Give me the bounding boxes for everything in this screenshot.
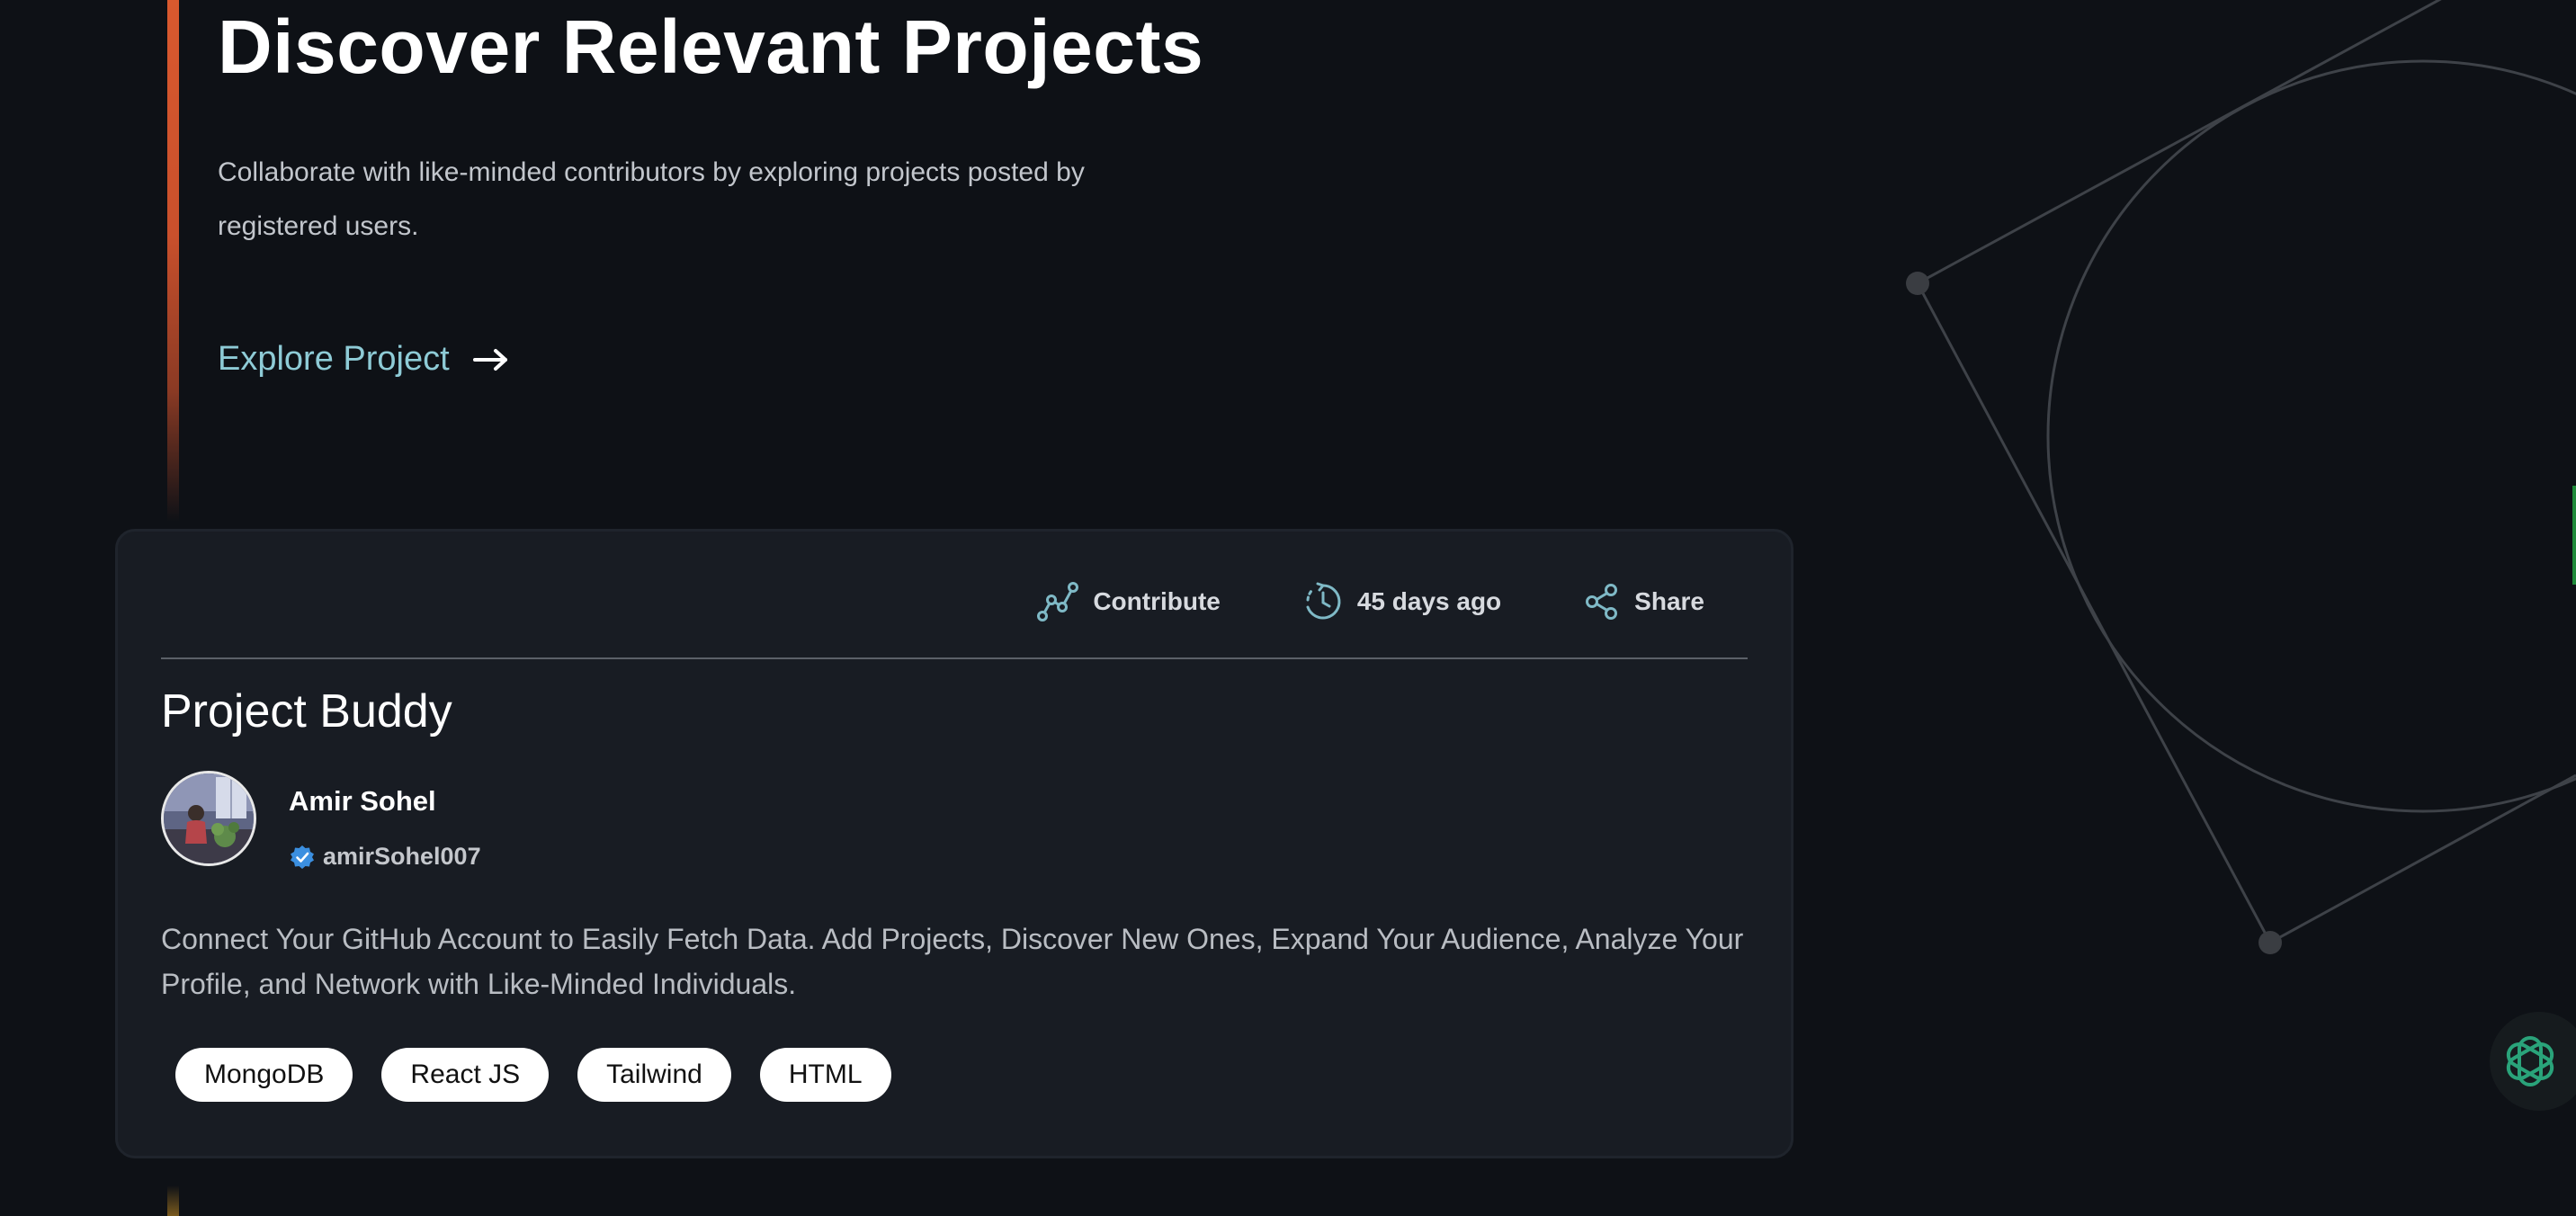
graph-line-icon xyxy=(1037,582,1079,621)
arrow-right-icon xyxy=(472,348,507,371)
posted-label: 45 days ago xyxy=(1356,587,1502,615)
verified-badge-icon xyxy=(291,845,314,869)
tag-mongodb[interactable]: MongoDB xyxy=(175,1048,353,1102)
timeline-bar xyxy=(167,0,179,522)
explore-project-link[interactable]: Explore Project xyxy=(218,340,509,379)
deco-line xyxy=(2269,773,2576,944)
project-title[interactable]: Project Buddy xyxy=(161,683,452,740)
deco-node xyxy=(2258,931,2282,954)
author-handle[interactable]: amirSohel007 xyxy=(289,843,481,871)
hero-title: Discover Relevant Projects xyxy=(218,4,1204,89)
timeline-bar-bottom xyxy=(167,1185,179,1216)
deco-circle xyxy=(2046,59,2576,813)
clock-history-icon xyxy=(1306,582,1341,620)
deco-line xyxy=(1916,282,2272,943)
share-icon xyxy=(1586,584,1618,620)
share-label: Share xyxy=(1634,587,1704,615)
decorative-geometry xyxy=(1906,0,2576,954)
explore-project-label: Explore Project xyxy=(218,340,450,378)
edge-accent xyxy=(2572,486,2576,585)
avatar[interactable] xyxy=(161,771,256,866)
deco-line xyxy=(1917,0,2442,285)
tech-tags: MongoDB React JS Tailwind HTML xyxy=(175,1048,891,1102)
tag-html[interactable]: HTML xyxy=(759,1048,891,1102)
tag-react-js[interactable]: React JS xyxy=(381,1048,550,1102)
openai-logo-icon xyxy=(2506,1036,2554,1086)
project-card: Contribute 45 days ago Share Project Bud… xyxy=(115,529,1793,1158)
author-name[interactable]: Amir Sohel xyxy=(289,785,436,818)
contribute-label: Contribute xyxy=(1093,587,1221,615)
deco-node xyxy=(1906,272,1929,295)
avatar-image xyxy=(164,773,254,863)
project-description: Connect Your GitHub Account to Easily Fe… xyxy=(161,923,1744,1000)
share-button[interactable]: Share xyxy=(1584,583,1704,621)
hero-subtitle: Collaborate with like-minded contributor… xyxy=(218,157,1085,241)
tag-tailwind[interactable]: Tailwind xyxy=(577,1048,731,1102)
card-actions: Contribute 45 days ago Share xyxy=(1037,582,1704,621)
card-divider xyxy=(161,657,1748,659)
contribute-button[interactable]: Contribute xyxy=(1037,582,1221,621)
author-handle-text: amirSohel007 xyxy=(323,843,481,870)
posted-time: 45 days ago xyxy=(1303,582,1501,621)
